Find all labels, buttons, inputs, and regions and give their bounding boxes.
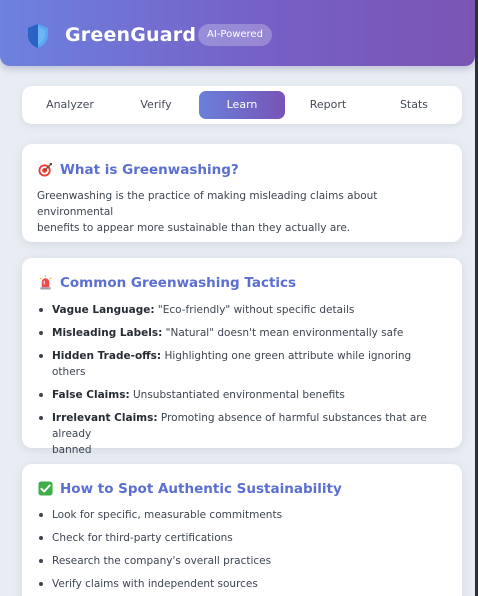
tab-report[interactable]: Report — [285, 91, 371, 119]
description-line: benefits to appear more sustainable than… — [37, 222, 351, 234]
list-item: Hidden Trade-offs: Highlighting one gree… — [37, 348, 447, 380]
app-title: GreenGuard — [65, 24, 197, 46]
section-title: What is Greenwashing? — [60, 162, 239, 178]
list-item: Look for specific, measurable commitment… — [37, 507, 447, 523]
siren-icon — [39, 275, 52, 290]
app-header: GreenGuard AI-Powered — [0, 0, 475, 66]
list-item: Check for third-party certifications — [37, 530, 447, 546]
section-title: Common Greenwashing Tactics — [60, 275, 297, 291]
authentic-tips-list: Look for specific, measurable commitment… — [37, 507, 447, 592]
tab-analyzer[interactable]: Analyzer — [27, 91, 113, 119]
section-title: How to Spot Authentic Sustainability — [60, 481, 342, 497]
ai-powered-badge: AI-Powered — [198, 24, 272, 46]
tab-verify[interactable]: Verify — [113, 91, 199, 119]
target-icon — [38, 162, 53, 177]
description-line: Greenwashing is the practice of making m… — [37, 190, 378, 218]
tab-stats[interactable]: Stats — [371, 91, 457, 119]
card-common-tactics: Common Greenwashing Tactics Vague Langua… — [22, 258, 462, 456]
section-description: Greenwashing is the practice of making m… — [37, 188, 447, 236]
list-item: Vague Language: "Eco-friendly" without s… — [37, 302, 447, 318]
shield-icon — [28, 24, 48, 48]
list-item: Misleading Labels: "Natural" doesn't mea… — [37, 325, 447, 341]
tab-bar: Analyzer Verify Learn Report Stats — [22, 86, 462, 124]
list-item: Research the company's overall practices — [37, 553, 447, 569]
card-spot-authentic: How to Spot Authentic Sustainability Loo… — [22, 464, 462, 596]
tab-learn[interactable]: Learn — [199, 91, 285, 119]
card-what-is-greenwashing: What is Greenwashing? Greenwashing is th… — [22, 144, 462, 242]
list-item: Irrelevant Claims: Promoting absence of … — [37, 410, 447, 458]
tactics-list: Vague Language: "Eco-friendly" without s… — [37, 302, 447, 458]
check-mark-icon — [38, 481, 53, 496]
list-item: Verify claims with independent sources — [37, 576, 447, 592]
list-item: False Claims: Unsubstantiated environmen… — [37, 387, 447, 403]
